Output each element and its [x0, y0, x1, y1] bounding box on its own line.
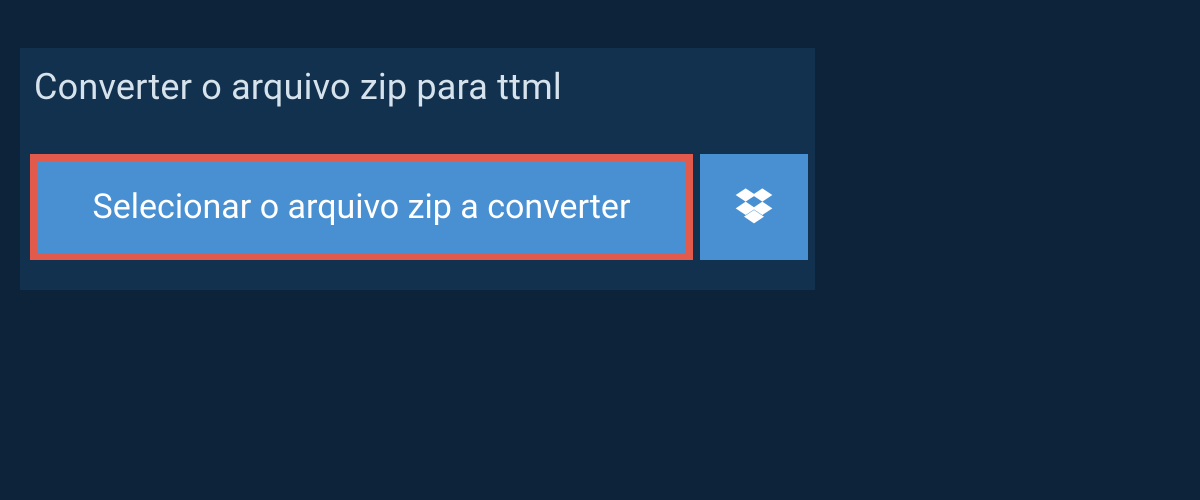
select-file-label: Selecionar o arquivo zip a converter	[93, 187, 631, 227]
actions-row: Selecionar o arquivo zip a converter	[20, 128, 815, 290]
converter-panel: Converter o arquivo zip para ttml Seleci…	[20, 48, 815, 290]
select-file-button[interactable]: Selecionar o arquivo zip a converter	[30, 154, 693, 260]
page-title: Converter o arquivo zip para ttml	[34, 66, 562, 108]
tab-header: Converter o arquivo zip para ttml	[20, 48, 590, 128]
dropbox-button[interactable]	[700, 154, 808, 260]
dropbox-icon	[734, 185, 774, 229]
